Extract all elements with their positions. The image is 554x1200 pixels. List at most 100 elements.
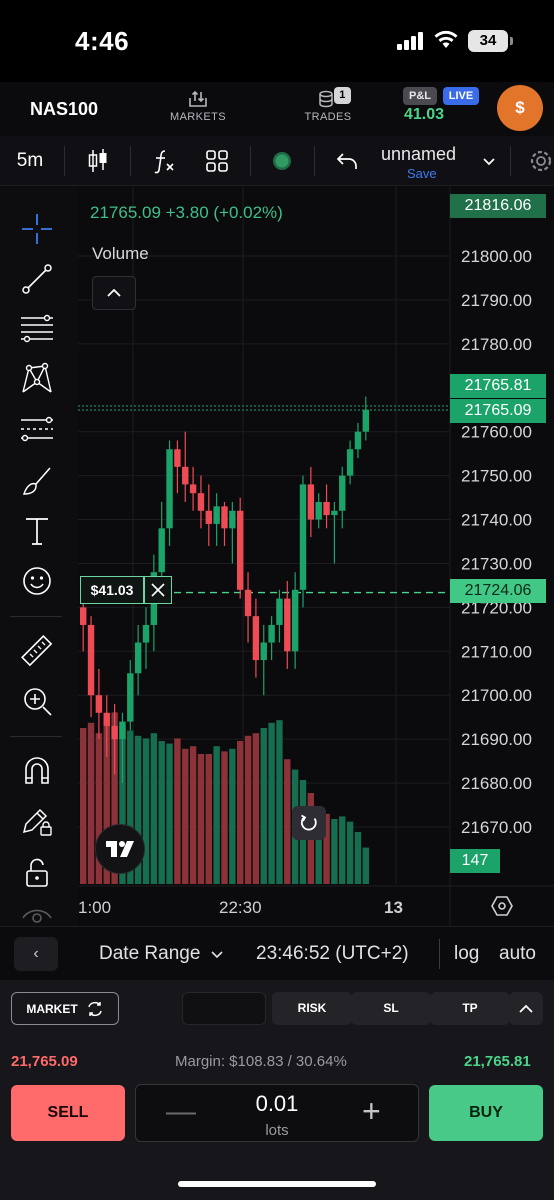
volume-bar bbox=[237, 741, 244, 884]
expand-panel-button[interactable] bbox=[509, 992, 543, 1025]
trades-button[interactable]: TRADES 1 bbox=[293, 87, 363, 123]
toolbar-divider bbox=[250, 146, 251, 176]
price-axis-tick: 21760.00 bbox=[461, 423, 532, 442]
candle-body bbox=[331, 510, 338, 516]
volume-bar bbox=[197, 754, 205, 884]
zoom-tool[interactable] bbox=[14, 678, 60, 724]
candle-body bbox=[213, 506, 220, 524]
order-panel: MARKET RISK SL TP 21,765.09 Margin: $108… bbox=[0, 980, 554, 1200]
x-axis-label: 13 bbox=[384, 898, 403, 917]
fib-tool[interactable] bbox=[14, 306, 60, 352]
margin-info: Margin: $108.83 / 30.64% bbox=[175, 1053, 347, 1070]
collapse-indicators-button[interactable] bbox=[92, 276, 136, 310]
symbol-selector[interactable]: NAS100 bbox=[30, 99, 98, 120]
forecast-tool[interactable] bbox=[14, 406, 60, 452]
reset-chart-button[interactable] bbox=[292, 806, 326, 840]
candle-body bbox=[95, 695, 103, 713]
measure-tool[interactable] bbox=[14, 628, 60, 674]
candle-body bbox=[307, 484, 315, 520]
candle-body bbox=[197, 493, 205, 511]
candle-body bbox=[134, 642, 142, 674]
magnet-tool[interactable] bbox=[14, 748, 60, 794]
drawing-toolbar bbox=[0, 186, 78, 926]
volume-bar bbox=[158, 741, 165, 884]
chevron-up-icon bbox=[519, 1004, 533, 1013]
volume-bar bbox=[150, 733, 158, 884]
auto-scale-toggle[interactable]: auto bbox=[499, 943, 536, 965]
emoji-tool[interactable] bbox=[14, 558, 60, 604]
candle-body bbox=[142, 624, 150, 643]
price-axis-tick: 21670.00 bbox=[461, 818, 532, 837]
candle-body bbox=[323, 501, 330, 516]
volume-bar bbox=[284, 759, 291, 884]
layout-save-link[interactable]: Save bbox=[407, 166, 437, 181]
toolbar-divider bbox=[64, 146, 65, 176]
templates-button[interactable] bbox=[200, 136, 234, 186]
candle-body bbox=[315, 501, 322, 520]
unlock-tool[interactable] bbox=[14, 850, 60, 896]
volume-bar bbox=[362, 847, 369, 884]
app-header: NAS100 MARKETS TRADES 1 P&L LIVE 41.03 $ bbox=[0, 82, 554, 136]
volume-bar bbox=[80, 728, 87, 884]
visibility-tool[interactable] bbox=[14, 898, 60, 926]
pl-badge: P&L bbox=[403, 87, 437, 105]
candle-body bbox=[87, 624, 95, 696]
log-scale-toggle[interactable]: log bbox=[454, 943, 479, 965]
timeframe-selector[interactable]: 5m bbox=[12, 136, 48, 186]
close-position-button[interactable] bbox=[144, 576, 172, 604]
risk-button[interactable]: RISK bbox=[272, 992, 352, 1025]
markets-button[interactable]: MARKETS bbox=[163, 90, 233, 123]
toolbar-divider bbox=[10, 736, 62, 737]
pattern-tool[interactable] bbox=[14, 356, 60, 402]
layout-name[interactable]: unnamed bbox=[381, 144, 456, 165]
text-tool[interactable] bbox=[14, 508, 60, 554]
axis-settings-button[interactable] bbox=[490, 894, 514, 923]
candle-body bbox=[346, 449, 354, 476]
price-axis-tick: 21740.00 bbox=[461, 511, 532, 530]
replay-dot-icon bbox=[273, 152, 291, 170]
order-type-button[interactable]: MARKET bbox=[11, 992, 119, 1025]
date-range-selector[interactable]: Date Range bbox=[99, 943, 200, 965]
buy-button[interactable]: BUY bbox=[429, 1085, 543, 1141]
price-axis-tick: 21790.00 bbox=[461, 291, 532, 310]
settings-icon bbox=[530, 150, 552, 172]
tradingview-logo[interactable] bbox=[95, 824, 145, 874]
position-pl-label[interactable]: $41.03 bbox=[80, 576, 144, 604]
brush-tool[interactable] bbox=[14, 458, 60, 504]
trend-line-tool[interactable] bbox=[14, 256, 60, 302]
chart-toolbar: 5m unnamed Save bbox=[0, 136, 554, 186]
price-tag-volume: 147 bbox=[450, 849, 500, 873]
stop-loss-button[interactable]: SL bbox=[351, 992, 431, 1025]
order-option-field[interactable] bbox=[182, 992, 266, 1025]
take-profit-button[interactable]: TP bbox=[430, 992, 510, 1025]
candle-body bbox=[166, 449, 173, 529]
account-avatar[interactable]: $ bbox=[497, 85, 543, 131]
candle-body bbox=[237, 510, 244, 590]
crosshair-tool[interactable] bbox=[14, 206, 60, 252]
volume-bar bbox=[229, 748, 236, 884]
undo-button[interactable] bbox=[330, 136, 364, 186]
text-icon bbox=[26, 518, 48, 545]
crosshair-icon bbox=[22, 214, 52, 244]
range-back-button[interactable]: ‹ bbox=[14, 937, 58, 971]
candle-body bbox=[244, 589, 252, 617]
price-chart[interactable]: 21800.00 21790.00 21780.00 21760.00 21750.00… bbox=[78, 186, 554, 926]
ruler-icon bbox=[21, 635, 53, 667]
candle-body bbox=[339, 475, 346, 511]
candle-body bbox=[119, 721, 126, 740]
eye-icon bbox=[22, 909, 52, 923]
chart-settings-button[interactable] bbox=[524, 136, 554, 186]
sell-button[interactable]: SELL bbox=[11, 1085, 125, 1141]
timezone-clock[interactable]: 23:46:52 (UTC+2) bbox=[256, 943, 409, 965]
volume-indicator-label: Volume bbox=[92, 244, 149, 263]
increase-lots-button[interactable]: + bbox=[362, 1095, 381, 1127]
chart-type-button[interactable] bbox=[82, 136, 114, 186]
indicators-button[interactable] bbox=[148, 136, 180, 186]
layout-dropdown[interactable] bbox=[478, 136, 500, 186]
candle-body bbox=[127, 673, 134, 722]
fib-retracement-icon bbox=[21, 314, 53, 343]
replay-button[interactable] bbox=[266, 136, 298, 186]
price-axis-tick: 21800.00 bbox=[461, 247, 532, 266]
markets-icon bbox=[189, 90, 207, 107]
lock-drawings-tool[interactable] bbox=[14, 798, 60, 844]
